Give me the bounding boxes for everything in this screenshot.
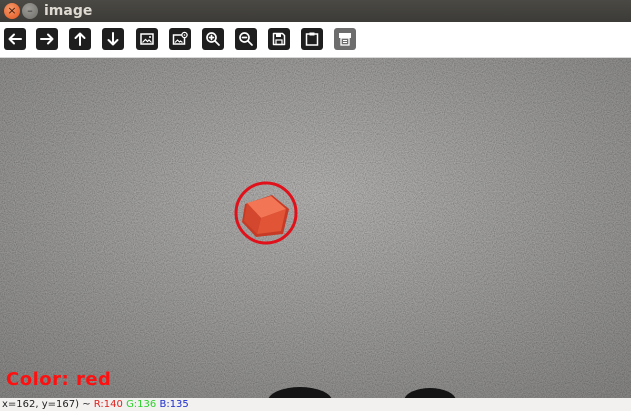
save-icon (272, 32, 286, 46)
status-bar: x=162, y=167) ~ R:140 G:136 B:135 (0, 398, 631, 411)
pan-down-button[interactable] (102, 28, 124, 50)
properties-button[interactable] (334, 28, 356, 50)
zoom-in-icon (206, 32, 220, 46)
arrow-left-icon (8, 33, 22, 45)
window-title-bar: × – image (0, 0, 631, 22)
vignette (0, 58, 631, 398)
zoom-out-button[interactable] (235, 28, 257, 50)
pixel-green-value: G:136 (126, 399, 157, 410)
arrow-down-icon (107, 32, 119, 46)
clipboard-icon (305, 32, 319, 46)
close-window-button[interactable]: × (4, 3, 20, 19)
pan-up-button[interactable] (69, 28, 91, 50)
minimize-icon: – (27, 4, 33, 17)
zoom-in-button[interactable] (202, 28, 224, 50)
image-canvas[interactable]: Color: red (0, 58, 631, 398)
pan-right-button[interactable] (36, 28, 58, 50)
cursor-coordinates: x=162, y=167) ~ (2, 399, 94, 410)
zoom-out-icon (239, 32, 253, 46)
copy-to-clipboard-button[interactable] (301, 28, 323, 50)
image-icon (140, 33, 154, 45)
arrow-up-icon (74, 32, 86, 46)
image-settings-icon (172, 31, 188, 45)
detected-color-label: Color: red (6, 369, 112, 390)
window-title: image (44, 3, 93, 19)
minimize-window-button[interactable]: – (22, 3, 38, 19)
pan-left-button[interactable] (4, 28, 26, 50)
pixel-blue-value: B:135 (159, 399, 189, 410)
camera-image (0, 58, 631, 398)
properties-icon (339, 33, 351, 46)
zoom-fit-button[interactable] (169, 28, 191, 50)
zoom-reset-button[interactable] (136, 28, 158, 50)
pixel-red-value: R:140 (93, 399, 123, 410)
close-icon: × (7, 4, 17, 17)
arrow-right-icon (40, 33, 54, 45)
save-button[interactable] (268, 28, 290, 50)
toolbar (0, 22, 631, 58)
